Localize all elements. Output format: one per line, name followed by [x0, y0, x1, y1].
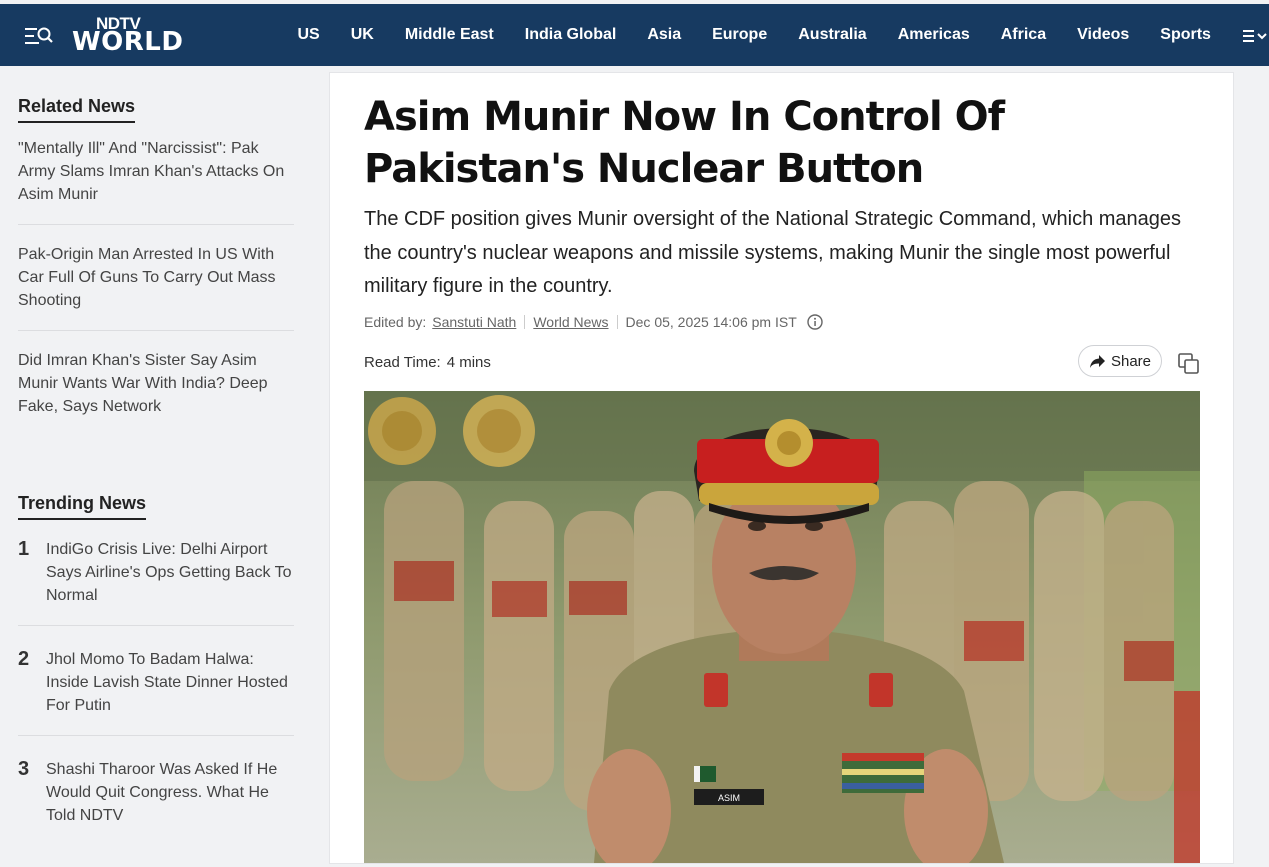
- list-item: 1 IndiGo Crisis Live: Delhi Airport Says…: [18, 538, 294, 626]
- nav-videos[interactable]: Videos: [1062, 26, 1145, 44]
- related-news-section: Related News "Mentally Ill" And "Narciss…: [18, 96, 294, 454]
- edited-by-label: Edited by:: [364, 314, 427, 330]
- editor-link[interactable]: Sanstuti Nath: [432, 314, 516, 330]
- more-menu-icon[interactable]: [1241, 26, 1269, 46]
- copy-link-icon[interactable]: [1177, 352, 1201, 376]
- nav-us[interactable]: US: [282, 26, 335, 44]
- nav-africa[interactable]: Africa: [985, 26, 1061, 44]
- list-item: Did Imran Khan's Sister Say Asim Munir W…: [18, 349, 294, 436]
- article-summary: The CDF position gives Munir oversight o…: [364, 208, 1182, 297]
- article-meta: Edited by: Sanstuti Nath World News Dec …: [364, 314, 823, 330]
- related-news-list: "Mentally Ill" And "Narcissist": Pak Arm…: [18, 137, 294, 436]
- nav-sports[interactable]: Sports: [1145, 26, 1227, 44]
- share-arrow-icon: [1089, 354, 1105, 368]
- trending-news-section: Trending News 1 IndiGo Crisis Live: Delh…: [18, 493, 294, 867]
- nav-india-global[interactable]: India Global: [509, 26, 632, 44]
- related-news-link[interactable]: Pak-Origin Man Arrested In US With Car F…: [18, 243, 294, 312]
- site-header: NDTV WORLD US UK Middle East India Globa…: [0, 4, 1269, 66]
- trending-news-link[interactable]: Jhol Momo To Badam Halwa: Inside Lavish …: [46, 648, 294, 717]
- share-label: Share: [1110, 352, 1152, 370]
- name-tag-text: ASIM: [718, 793, 740, 803]
- trending-news-heading: Trending News: [18, 493, 147, 520]
- nav-asia[interactable]: Asia: [632, 26, 697, 44]
- trending-news-link[interactable]: IndiGo Crisis Live: Delhi Airport Says A…: [46, 538, 294, 607]
- nav-middle-east[interactable]: Middle East: [389, 26, 509, 44]
- menu-search-icon[interactable]: [25, 26, 53, 46]
- read-time: Read Time: 4 mins: [364, 354, 491, 371]
- trending-news-list: 1 IndiGo Crisis Live: Delhi Airport Says…: [18, 538, 294, 845]
- related-news-link[interactable]: "Mentally Ill" And "Narcissist": Pak Arm…: [18, 137, 294, 206]
- read-time-value: 4 mins: [446, 354, 491, 371]
- article-card: Asim Munir Now In Control Of Pakistan's …: [329, 72, 1234, 864]
- info-icon[interactable]: [807, 314, 823, 330]
- nav-uk[interactable]: UK: [335, 26, 389, 44]
- read-time-label: Read Time:: [364, 354, 441, 371]
- hero-photo-army-chief: ASIM: [364, 391, 1200, 863]
- main-nav: US UK Middle East India Global Asia Euro…: [282, 4, 1226, 66]
- nav-americas[interactable]: Americas: [882, 26, 985, 44]
- category-link[interactable]: World News: [533, 314, 608, 330]
- meta-divider: [616, 315, 618, 329]
- trending-rank: 1: [18, 538, 30, 560]
- publish-date: Dec 05, 2025 14:06 pm IST: [625, 314, 797, 330]
- article-hero-image: ASIM: [364, 391, 1200, 863]
- list-item: 3 Shashi Tharoor Was Asked If He Would Q…: [18, 758, 294, 845]
- nav-australia[interactable]: Australia: [783, 26, 882, 44]
- trending-news-link[interactable]: Shashi Tharoor Was Asked If He Would Qui…: [46, 758, 294, 827]
- ndtv-world-logo[interactable]: NDTV WORLD: [72, 14, 186, 58]
- list-item: "Mentally Ill" And "Narcissist": Pak Arm…: [18, 137, 294, 225]
- list-item: 2 Jhol Momo To Badam Halwa: Inside Lavis…: [18, 648, 294, 736]
- list-item: Pak-Origin Man Arrested In US With Car F…: [18, 243, 294, 331]
- trending-rank: 3: [18, 758, 30, 780]
- meta-divider: [524, 315, 526, 329]
- related-news-link[interactable]: Did Imran Khan's Sister Say Asim Munir W…: [18, 349, 294, 418]
- share-button[interactable]: Share: [1078, 345, 1162, 377]
- related-news-heading: Related News: [18, 96, 136, 123]
- trending-rank: 2: [18, 648, 30, 670]
- logo-world-text: WORLD: [72, 27, 184, 57]
- article-headline: Asim Munir Now In Control Of Pakistan's …: [364, 94, 1005, 192]
- nav-europe[interactable]: Europe: [697, 26, 783, 44]
